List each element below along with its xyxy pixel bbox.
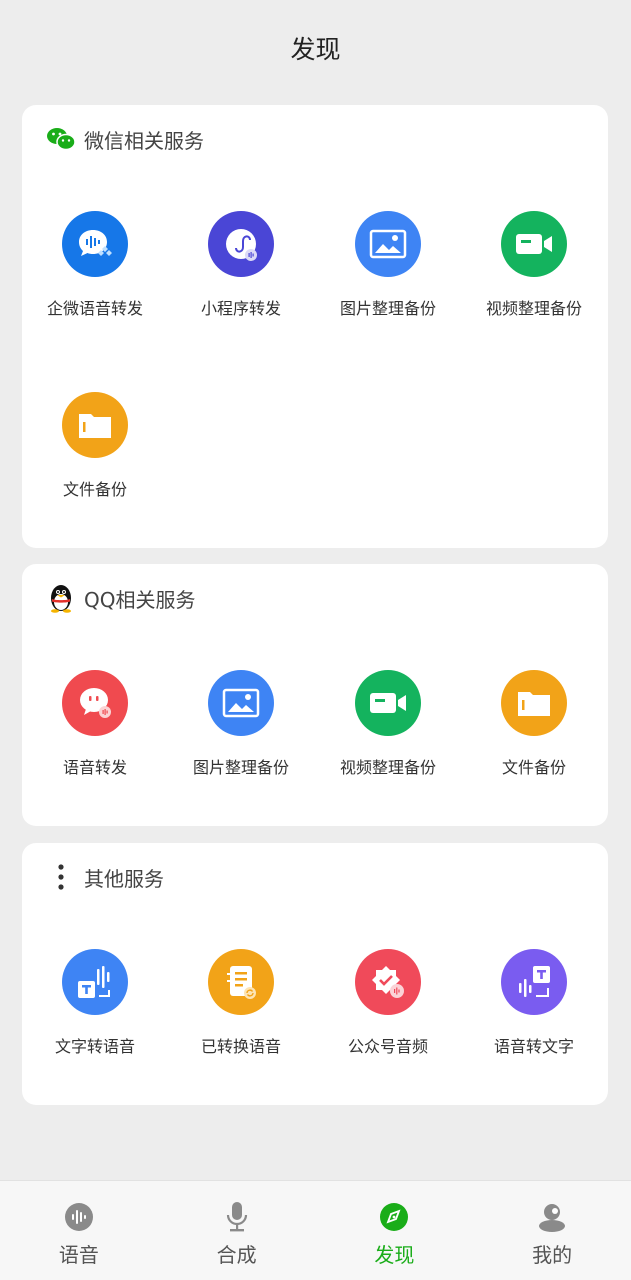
service-label: 视频整理备份 — [485, 299, 582, 318]
service-speech-to-text[interactable]: 语音转文字 — [461, 949, 607, 1057]
service-label: 小程序转发 — [200, 299, 281, 318]
service-label: 语音转发 — [62, 758, 127, 777]
other-services-card: 其他服务 文字转语音 已转换语音 公众号音频 语音转文字 — [22, 843, 608, 1105]
tab-profile[interactable]: 我的 — [473, 1181, 631, 1280]
service-qq-voice-forward[interactable]: 语音转发 — [22, 670, 168, 778]
official-account-audio-icon — [355, 949, 421, 1015]
wecom-voice-icon — [62, 211, 128, 277]
section-title: 微信相关服务 — [84, 128, 204, 153]
service-converted-voice[interactable]: 已转换语音 — [168, 949, 314, 1057]
qq-services-card: QQ相关服务 语音转发 图片整理备份 视频整理备份 文件备份 — [22, 564, 608, 826]
tab-discover[interactable]: 发现 — [316, 1181, 474, 1280]
service-label: 企微语音转发 — [46, 299, 143, 318]
image-icon — [355, 211, 421, 277]
service-label: 图片整理备份 — [339, 299, 436, 318]
service-label: 文字转语音 — [54, 1037, 135, 1056]
text-to-speech-icon — [62, 949, 128, 1015]
section-header: 其他服务 — [46, 861, 164, 893]
service-wechat-image-backup[interactable]: 图片整理备份 — [315, 211, 461, 319]
folder-icon — [62, 392, 128, 458]
service-text-to-speech[interactable]: 文字转语音 — [22, 949, 168, 1057]
folder-icon — [501, 670, 567, 736]
service-label: 文件备份 — [62, 480, 127, 499]
page-title: 发现 — [290, 35, 341, 64]
service-label: 图片整理备份 — [192, 758, 289, 777]
tab-compose[interactable]: 合成 — [158, 1181, 316, 1280]
service-label: 公众号音频 — [347, 1037, 428, 1056]
speech-to-text-icon — [501, 949, 567, 1015]
wechat-services-card: 微信相关服务 企微语音转发 小程序转发 图片整理备份 视频整理备份 文件备份 — [22, 105, 608, 548]
image-icon — [208, 670, 274, 736]
service-label: 已转换语音 — [200, 1037, 281, 1056]
service-label: 语音转文字 — [493, 1037, 574, 1056]
video-icon — [501, 211, 567, 277]
section-header: 微信相关服务 — [46, 123, 204, 155]
section-title: 其他服务 — [84, 866, 164, 891]
section-header: QQ相关服务 — [46, 582, 195, 614]
voice-wave-icon — [63, 1201, 95, 1233]
microphone-icon — [221, 1201, 253, 1233]
tab-label: 我的 — [532, 1243, 573, 1267]
service-wechat-file-backup[interactable]: 文件备份 — [22, 392, 168, 500]
chat-voice-icon — [62, 670, 128, 736]
service-label: 视频整理备份 — [339, 758, 436, 777]
qq-penguin-icon — [46, 583, 76, 613]
service-qq-video-backup[interactable]: 视频整理备份 — [315, 670, 461, 778]
tab-label: 合成 — [216, 1243, 257, 1267]
service-wechat-video-backup[interactable]: 视频整理备份 — [461, 211, 607, 319]
wechat-icon — [46, 124, 76, 154]
service-wecom-voice-forward[interactable]: 企微语音转发 — [22, 211, 168, 319]
video-icon — [355, 670, 421, 736]
converted-voice-icon — [208, 949, 274, 1015]
mini-program-icon — [208, 211, 274, 277]
tab-label: 语音 — [58, 1243, 99, 1267]
bottom-tab-bar: 语音 合成 发现 我的 — [0, 1180, 631, 1280]
more-dots-icon — [46, 862, 76, 892]
service-official-account-audio[interactable]: 公众号音频 — [315, 949, 461, 1057]
tab-label: 发现 — [374, 1243, 415, 1267]
section-title: QQ相关服务 — [84, 587, 196, 612]
tab-voice[interactable]: 语音 — [0, 1181, 158, 1280]
service-label: 文件备份 — [501, 758, 566, 777]
service-qq-image-backup[interactable]: 图片整理备份 — [168, 670, 314, 778]
service-qq-file-backup[interactable]: 文件备份 — [461, 670, 607, 778]
profile-icon — [536, 1201, 568, 1233]
compass-icon — [378, 1201, 410, 1233]
service-mini-program-forward[interactable]: 小程序转发 — [168, 211, 314, 319]
